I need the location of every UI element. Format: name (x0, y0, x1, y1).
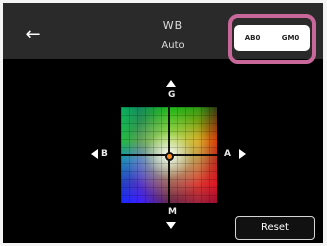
left-arrow-icon[interactable] (91, 149, 98, 159)
axis-label-bottom: M (168, 207, 177, 217)
axis-label-right: A (224, 149, 231, 159)
back-arrow-icon[interactable]: ← (23, 25, 43, 45)
page-title: WB (162, 19, 184, 32)
gm-value: GM0 (281, 34, 300, 42)
up-arrow-icon[interactable] (166, 80, 176, 87)
right-arrow-icon[interactable] (239, 149, 246, 159)
selection-marker[interactable] (165, 152, 174, 161)
page-subtitle: Auto (161, 40, 185, 51)
wb-adjust-screen: ← WB Auto AB0 GM0 G B A M Reset (3, 3, 323, 243)
reset-button[interactable]: Reset (235, 216, 315, 240)
color-shift-readout: AB0 GM0 (234, 25, 310, 51)
axis-label-top: G (168, 90, 176, 100)
ab-value: AB0 (244, 34, 261, 42)
axis-label-left: B (101, 149, 108, 159)
down-arrow-icon[interactable] (166, 222, 176, 229)
